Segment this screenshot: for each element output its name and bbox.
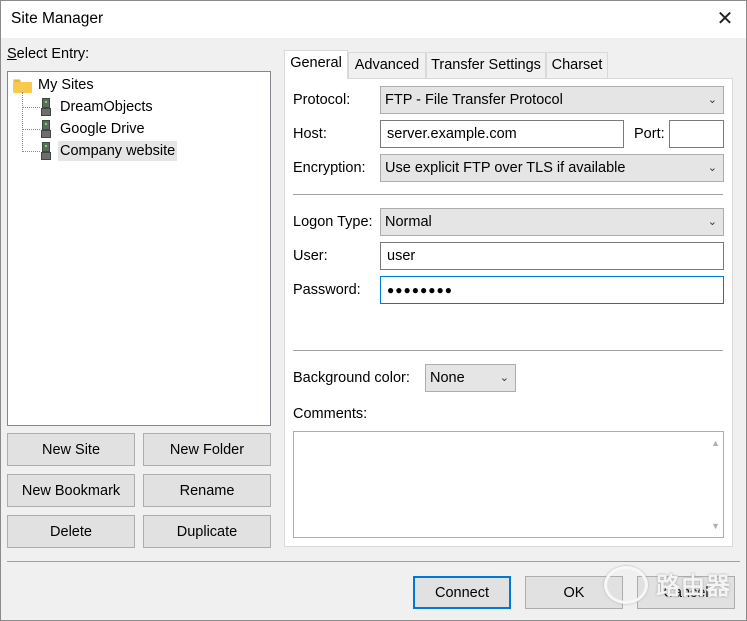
tab-general[interactable]: General: [284, 50, 348, 79]
scroll-up-icon[interactable]: ▲: [711, 438, 720, 448]
site-tree[interactable]: My Sites DreamObjects Google Drive Compa…: [7, 71, 271, 426]
password-label: Password:: [293, 282, 361, 298]
duplicate-button[interactable]: Duplicate: [143, 515, 271, 548]
ok-label: OK: [563, 584, 585, 601]
tree-item-google-drive[interactable]: Google Drive: [40, 119, 180, 139]
comments-textarea[interactable]: ▲ ▼: [293, 431, 724, 538]
select-entry-rest: elect Entry:: [16, 46, 90, 62]
folder-icon: [13, 79, 32, 93]
user-input[interactable]: user: [380, 242, 724, 270]
logon-type-label: Logon Type:: [293, 214, 373, 230]
protocol-label: Protocol:: [293, 92, 351, 108]
tree-connector: [22, 92, 23, 152]
cancel-label: Cancel: [663, 584, 709, 601]
new-bookmark-button[interactable]: New Bookmark: [7, 474, 135, 507]
chevron-down-icon: ⌄: [707, 216, 717, 228]
protocol-value: FTP - File Transfer Protocol: [385, 92, 563, 108]
comments-label: Comments:: [293, 406, 368, 422]
background-color-label: Background color:: [293, 370, 410, 386]
server-icon: [41, 142, 51, 160]
rename-label: Rename: [179, 482, 235, 499]
chevron-down-icon: ⌄: [707, 94, 717, 106]
delete-label: Delete: [50, 523, 92, 540]
section-divider: [293, 350, 723, 351]
server-icon: [41, 120, 51, 138]
new-folder-button[interactable]: New Folder: [143, 433, 271, 466]
tree-item-dreamobjects[interactable]: DreamObjects: [40, 97, 180, 117]
host-input[interactable]: server.example.com: [380, 120, 624, 148]
tree-connector: [22, 107, 40, 108]
password-input[interactable]: ●●●●●●●●: [380, 276, 724, 304]
connect-button[interactable]: Connect: [413, 576, 511, 609]
logon-type-select[interactable]: Normal ⌄: [380, 208, 724, 236]
tree-item-label: Company website: [58, 141, 178, 161]
host-label: Host:: [293, 126, 327, 142]
footer-divider: [7, 561, 740, 562]
tree-item-company-website[interactable]: Company website: [40, 141, 182, 161]
duplicate-label: Duplicate: [176, 523, 238, 540]
encryption-select[interactable]: Use explicit FTP over TLS if available ⌄: [380, 154, 724, 182]
tree-item-label: My Sites: [38, 77, 94, 93]
tab-transfer-settings[interactable]: Transfer Settings: [426, 52, 546, 78]
connect-label: Connect: [434, 584, 489, 601]
tree-connector: [22, 129, 40, 130]
select-entry-label: Select Entry:: [7, 46, 89, 62]
logon-type-value: Normal: [385, 214, 432, 230]
new-site-button[interactable]: New Site: [7, 433, 135, 466]
select-entry-mnemonic: S: [7, 46, 17, 62]
tree-connector: [22, 151, 40, 152]
window-title: Site Manager: [11, 10, 104, 27]
tree-item-label: DreamObjects: [60, 99, 153, 115]
port-input[interactable]: [669, 120, 724, 148]
scroll-down-icon[interactable]: ▼: [711, 521, 720, 531]
new-site-label: New Site: [41, 441, 101, 458]
ok-button[interactable]: OK: [525, 576, 623, 609]
server-icon: [41, 98, 51, 116]
section-divider: [293, 194, 723, 195]
protocol-select[interactable]: FTP - File Transfer Protocol ⌄: [380, 86, 724, 114]
background-color-value: None: [430, 370, 465, 386]
tab-advanced[interactable]: Advanced: [348, 52, 426, 78]
tab-charset[interactable]: Charset: [546, 52, 608, 78]
encryption-value: Use explicit FTP over TLS if available: [385, 160, 626, 176]
encryption-label: Encryption:: [293, 160, 366, 176]
chevron-down-icon: ⌄: [499, 372, 509, 384]
delete-button[interactable]: Delete: [7, 515, 135, 548]
title-bar: Site Manager ✕: [0, 0, 747, 38]
chevron-down-icon: ⌄: [707, 162, 717, 174]
rename-button[interactable]: Rename: [143, 474, 271, 507]
cancel-button[interactable]: Cancel: [637, 576, 735, 609]
tree-item-label: Google Drive: [60, 121, 145, 137]
port-label: Port:: [634, 126, 665, 142]
close-icon[interactable]: ✕: [712, 6, 738, 32]
new-bookmark-label: New Bookmark: [21, 482, 121, 499]
new-folder-label: New Folder: [169, 441, 245, 458]
user-label: User:: [293, 248, 328, 264]
background-color-select[interactable]: None ⌄: [425, 364, 516, 392]
